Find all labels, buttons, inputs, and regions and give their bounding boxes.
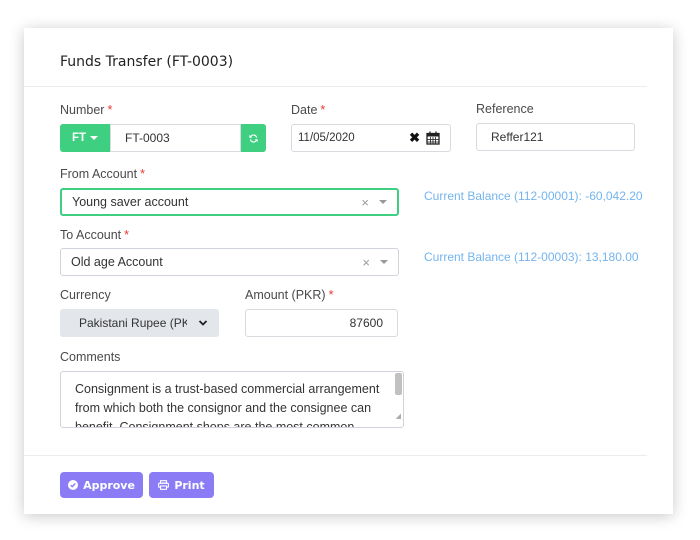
amount-input[interactable]: 87600 — [245, 309, 398, 337]
footer-divider — [24, 455, 647, 456]
date-value: 11/05/2020 — [298, 132, 355, 144]
comments-scrollbar[interactable] — [395, 373, 402, 395]
resize-handle-icon[interactable]: ◢ — [396, 407, 401, 426]
from-account-label-text: From Account — [60, 167, 138, 181]
number-label-text: Number — [60, 103, 105, 117]
required-mark: * — [328, 288, 334, 302]
reference-input[interactable]: Reffer121 — [476, 123, 635, 151]
chevron-down-icon[interactable] — [379, 200, 387, 204]
print-icon — [158, 480, 170, 490]
header-divider — [24, 86, 647, 87]
to-account-label: To Account * — [60, 228, 129, 242]
to-account-balance: Current Balance (112-00003): 13,180.00 — [424, 250, 639, 264]
required-mark: * — [124, 228, 130, 242]
required-mark: * — [320, 103, 326, 117]
comments-textarea[interactable]: Consignment is a trust-based commercial … — [60, 371, 404, 428]
number-label: Number * — [60, 103, 112, 117]
chevron-down-icon — [198, 320, 208, 326]
currency-value: Pakistani Rupee (PKR) — [79, 316, 187, 330]
refresh-icon — [249, 133, 258, 143]
from-account-select[interactable]: Young saver account × — [60, 188, 399, 216]
select-controls: × — [362, 255, 388, 270]
comments-label: Comments — [60, 350, 121, 364]
approve-label: Approve — [83, 478, 135, 492]
funds-transfer-card: Funds Transfer (FT-0003) Number * FT FT-0… — [24, 28, 673, 514]
required-mark: * — [140, 167, 145, 181]
select-controls: × — [361, 195, 387, 210]
clear-to-account-icon[interactable]: × — [362, 255, 370, 270]
from-account-label: From Account * — [60, 167, 145, 181]
calendar-icon[interactable] — [426, 131, 440, 145]
from-account-balance: Current Balance (112-00001): -60,042.20 — [424, 189, 643, 203]
approve-button[interactable]: Approve — [60, 472, 143, 498]
to-account-value: Old age Account — [71, 255, 163, 269]
currency-select[interactable]: Pakistani Rupee (PKR) — [60, 309, 219, 337]
amount-label: Amount (PKR) * — [245, 288, 333, 302]
required-mark: * — [107, 103, 113, 117]
to-account-label-text: To Account — [60, 228, 122, 242]
check-circle-icon — [68, 480, 79, 490]
from-account-value: Young saver account — [72, 195, 189, 209]
reference-label: Reference — [476, 102, 534, 116]
clear-date-icon[interactable]: ✖ — [409, 130, 420, 146]
comments-text: Consignment is a trust-based commercial … — [75, 382, 380, 428]
number-prefix-label: FT — [71, 132, 87, 144]
amount-label-text: Amount (PKR) — [245, 288, 326, 302]
caret-down-icon — [90, 136, 99, 140]
date-input[interactable]: 11/05/2020 ✖ — [291, 124, 451, 152]
clear-from-account-icon[interactable]: × — [361, 195, 369, 210]
number-input[interactable]: FT-0003 — [110, 124, 241, 152]
refresh-number-button[interactable] — [241, 124, 266, 152]
to-account-select[interactable]: Old age Account × — [60, 248, 399, 276]
currency-label: Currency — [60, 288, 111, 302]
date-label: Date * — [291, 103, 325, 117]
print-label: Print — [174, 478, 205, 492]
print-button[interactable]: Print — [149, 472, 214, 498]
chevron-down-icon[interactable] — [380, 260, 388, 264]
page-title: Funds Transfer (FT-0003) — [60, 54, 234, 70]
number-prefix-dropdown[interactable]: FT — [60, 124, 110, 152]
date-label-text: Date — [291, 103, 318, 117]
